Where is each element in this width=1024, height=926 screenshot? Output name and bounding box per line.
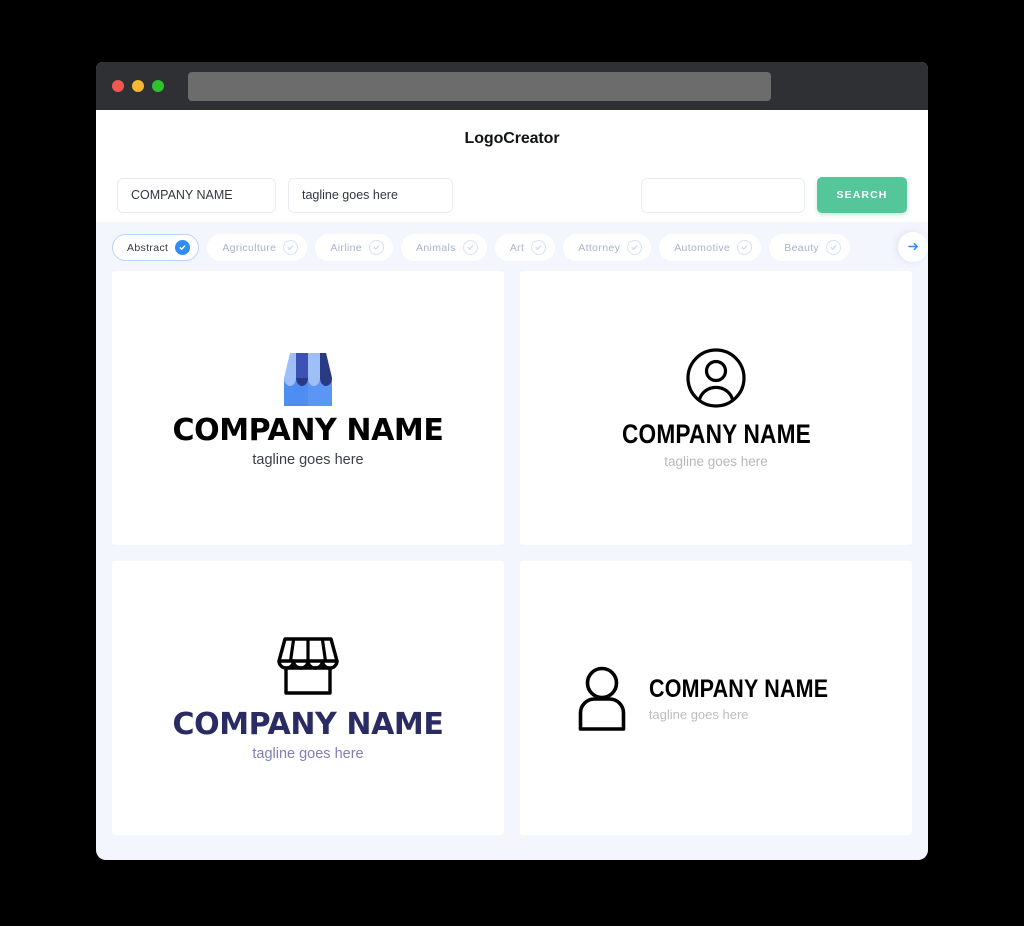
tagline-input[interactable] xyxy=(288,177,453,213)
logo-company-name: COMPANY NAME xyxy=(648,674,829,703)
app-window: LogoCreator SEARCH Abstract Agriculture Ai… xyxy=(96,62,928,860)
category-filter-bar: Abstract Agriculture Airline Animals Art Atto… xyxy=(96,222,928,271)
logo-card[interactable]: COMPANY NAME tagline goes here xyxy=(520,561,912,835)
person-outline-icon xyxy=(578,666,626,731)
logo-card[interactable]: COMPANY NAME tagline goes here xyxy=(520,271,912,545)
logo-tagline: tagline goes here xyxy=(252,745,364,762)
logo-preview: COMPANY NAME tagline goes here xyxy=(575,665,857,731)
check-circle-icon xyxy=(737,240,753,255)
check-circle-icon xyxy=(283,240,299,255)
check-filled-icon xyxy=(175,240,191,255)
category-pill-label: Animals xyxy=(416,241,456,254)
check-circle-icon xyxy=(369,240,385,255)
category-pill-label: Art xyxy=(509,241,525,254)
app-header: LogoCreator xyxy=(96,110,928,168)
url-bar[interactable] xyxy=(188,71,771,101)
logo-preview: COMPANY NAME tagline goes here xyxy=(173,349,444,468)
logo-results-grid: COMPANY NAME tagline goes here COMPANY N… xyxy=(96,271,928,851)
category-pill-label: Abstract xyxy=(127,241,169,254)
search-toolbar: SEARCH xyxy=(96,168,928,222)
category-pill-automotive[interactable]: Automotive xyxy=(659,234,762,261)
logo-company-name: COMPANY NAME xyxy=(621,419,811,449)
check-circle-icon xyxy=(531,240,547,255)
category-pill-label: Agriculture xyxy=(222,241,277,254)
category-pill-airline[interactable]: Airline xyxy=(315,234,394,261)
storefront-awning-filled-icon xyxy=(283,352,332,406)
logo-company-name: COMPANY NAME xyxy=(172,706,444,742)
logo-tagline: tagline goes here xyxy=(664,454,768,469)
category-pill-label: Beauty xyxy=(784,241,820,254)
browser-titlebar xyxy=(96,62,928,110)
category-pill-beauty[interactable]: Beauty xyxy=(769,234,851,261)
category-pill-art[interactable]: Art xyxy=(494,234,556,261)
category-pill-animals[interactable]: Animals xyxy=(401,234,487,261)
category-pill-label: Airline xyxy=(330,241,363,254)
category-pill-attorney[interactable]: Attorney xyxy=(563,234,652,261)
logo-tagline: tagline goes here xyxy=(648,706,749,722)
logo-tagline: tagline goes here xyxy=(252,451,364,468)
check-circle-icon xyxy=(462,240,478,255)
logo-card[interactable]: COMPANY NAME tagline goes here xyxy=(112,271,504,545)
category-pill-list: Abstract Agriculture Airline Animals Art Atto… xyxy=(112,234,912,261)
close-window-button[interactable] xyxy=(112,80,124,92)
maximize-window-button[interactable] xyxy=(152,80,164,92)
check-circle-icon xyxy=(826,240,842,255)
category-pill-label: Attorney xyxy=(578,241,621,254)
category-pill-label: Automotive xyxy=(674,241,731,254)
logo-preview: COMPANY NAME tagline goes here xyxy=(604,347,829,469)
search-button[interactable]: SEARCH xyxy=(817,177,907,213)
arrow-right-icon xyxy=(907,242,918,251)
logo-company-name: COMPANY NAME xyxy=(172,412,444,448)
categories-next-button[interactable] xyxy=(898,231,928,262)
check-circle-icon xyxy=(627,240,643,255)
person-in-circle-outline-icon xyxy=(686,348,746,408)
category-pill-agriculture[interactable]: Agriculture xyxy=(207,234,308,261)
logo-preview: COMPANY NAME tagline goes here xyxy=(173,635,444,762)
category-pill-abstract[interactable]: Abstract xyxy=(112,234,200,261)
company-name-input[interactable] xyxy=(117,177,276,213)
logo-card[interactable]: COMPANY NAME tagline goes here xyxy=(112,561,504,835)
logo-text-block: COMPANY NAME tagline goes here xyxy=(649,675,857,722)
page-title: LogoCreator xyxy=(464,130,560,147)
minimize-window-button[interactable] xyxy=(132,80,144,92)
window-controls xyxy=(112,80,164,92)
keyword-search-input[interactable] xyxy=(641,177,805,213)
storefront-awning-outline-icon xyxy=(277,636,339,695)
